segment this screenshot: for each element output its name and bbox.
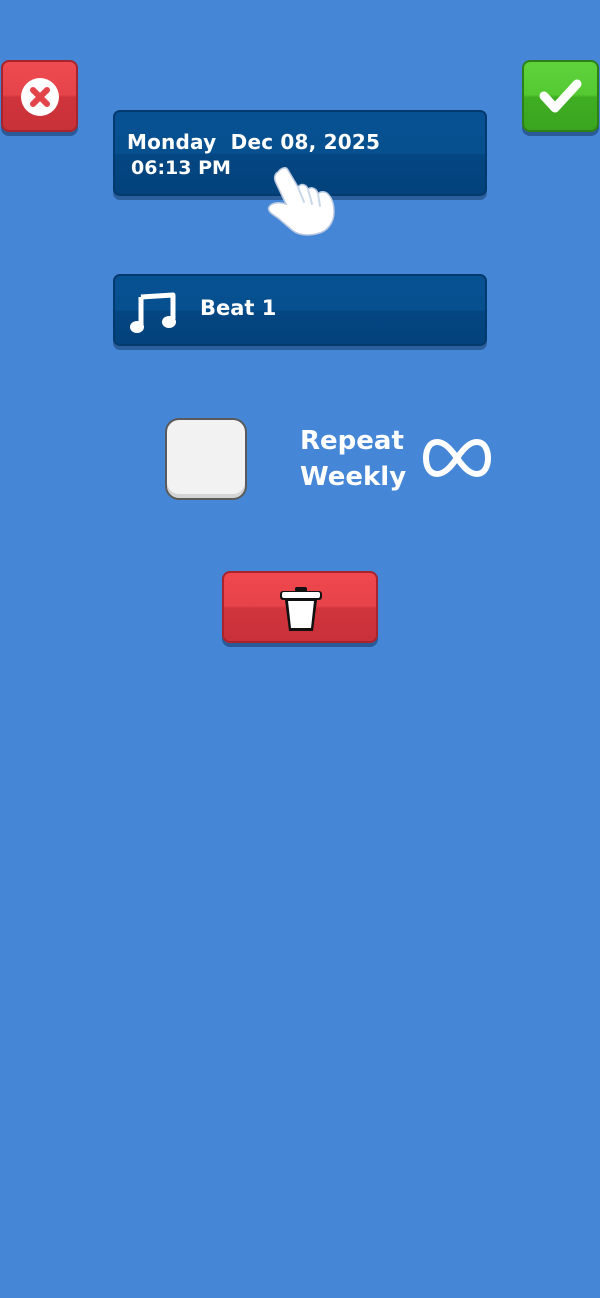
close-icon <box>21 78 59 116</box>
music-note-icon <box>130 292 176 333</box>
date-text: Monday Dec 08, 2025 <box>127 130 381 154</box>
cancel-button[interactable] <box>1 60 78 132</box>
sound-label: Beat 1 <box>200 296 277 320</box>
confirm-button[interactable] <box>522 60 599 132</box>
time-text: 06:13 PM <box>131 157 231 179</box>
alarm-edit-screen: Monday Dec 08, 2025 06:13 PM Beat 1 Repe… <box>0 0 600 1298</box>
pointing-hand-icon <box>267 167 335 236</box>
trash-icon <box>280 587 322 631</box>
repeat-weekly-checkbox[interactable] <box>165 418 247 500</box>
repeat-label-line2: Weekly <box>300 462 407 492</box>
repeat-label-line1: Repeat <box>300 426 404 456</box>
checkmark-icon <box>539 79 582 113</box>
infinity-icon <box>422 438 492 478</box>
repeat-weekly-label: Repeat Weekly <box>300 423 440 495</box>
delete-button[interactable] <box>222 571 378 643</box>
sound-select-button[interactable]: Beat 1 <box>113 274 487 346</box>
